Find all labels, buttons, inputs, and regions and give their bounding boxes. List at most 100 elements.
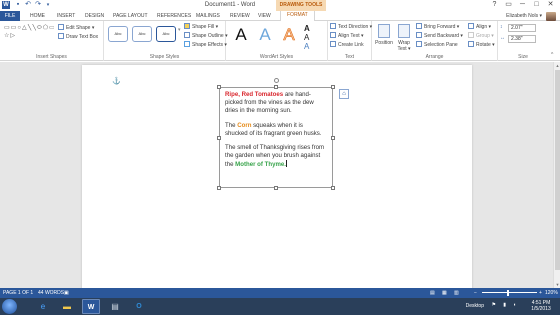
resize-handle-ne[interactable] [331, 85, 335, 89]
group-button[interactable]: Group ▾ [468, 32, 494, 40]
create-link-button[interactable]: Create Link [330, 41, 364, 49]
minimize-button[interactable]: ─ [516, 0, 529, 9]
shape-style-2[interactable]: Abc [132, 26, 152, 42]
volume-icon[interactable]: ◖ [513, 302, 516, 308]
shapes-gallery[interactable]: ▭▭○△╲╲⬭⬠▭╲⬡◯╭╮⌒⊂⊃{}☆▷ [4, 24, 54, 50]
tab-review[interactable]: REVIEW [230, 12, 250, 21]
resize-handle-nw[interactable] [217, 85, 221, 89]
bring-forward-button[interactable]: Bring Forward ▾ [416, 23, 459, 31]
tab-references[interactable]: REFERENCES [157, 12, 191, 21]
close-button[interactable]: ✕ [544, 0, 557, 9]
wordart-style-2[interactable]: A [256, 25, 274, 45]
zoom-slider[interactable] [482, 292, 537, 293]
ie-icon[interactable]: e [34, 299, 52, 314]
text-box[interactable]: Ripe, Red Tomatoes are hand-picked from … [217, 78, 335, 190]
zoom-out-button[interactable]: − [474, 288, 477, 298]
shape-effects-button[interactable]: Shape Effects ▾ [184, 41, 227, 49]
width-input[interactable] [508, 35, 536, 43]
resize-handle-s[interactable] [274, 186, 278, 190]
flag-icon[interactable]: ⚑ [492, 302, 496, 308]
scroll-up-icon[interactable]: ▲ [554, 63, 560, 68]
edit-shape-button[interactable]: Edit Shape ▾ [58, 24, 94, 32]
height-input[interactable] [508, 24, 536, 32]
word-count[interactable]: 44 WORDS [38, 288, 64, 298]
text-effects-icon[interactable]: A [304, 43, 309, 51]
paragraph-2[interactable]: The Corn squeaks when it is shucked of i… [225, 122, 327, 138]
outlook-app-icon[interactable]: O [130, 299, 148, 314]
zoom-slider-thumb[interactable] [507, 290, 509, 296]
web-layout-icon[interactable]: ▥ [454, 288, 459, 298]
tab-home[interactable]: HOME [30, 12, 45, 21]
shape-fill-button[interactable]: Shape Fill ▾ [184, 23, 218, 31]
send-backward-button[interactable]: Send Backward ▾ [416, 32, 463, 40]
save-icon[interactable]: ▪ [14, 1, 22, 9]
print-layout-icon[interactable]: ▦ [442, 288, 447, 298]
shape-style-3[interactable]: Abc [156, 26, 176, 42]
resize-handle-n[interactable] [274, 85, 278, 89]
undo-icon[interactable]: ↶ [24, 1, 32, 9]
resize-handle-se[interactable] [331, 186, 335, 190]
rotate-handle[interactable] [274, 78, 279, 83]
align-button[interactable]: Align ▾ [468, 23, 491, 31]
network-icon[interactable]: ▮ [503, 302, 506, 308]
ribbon-display-button[interactable]: ▭ [502, 0, 515, 9]
resize-handle-w[interactable] [217, 136, 221, 140]
avatar[interactable] [546, 12, 556, 21]
fill-bucket-icon [184, 23, 190, 29]
word-app-icon[interactable]: W [2, 1, 10, 9]
pen-icon [184, 32, 190, 38]
tab-file[interactable]: FILE [0, 11, 20, 21]
redo-icon[interactable]: ↷ [34, 1, 42, 9]
draw-text-box-button[interactable]: Draw Text Box [58, 33, 98, 41]
read-mode-icon[interactable]: ▤ [430, 288, 435, 298]
zoom-level[interactable]: 120% [545, 288, 558, 298]
vertical-scrollbar[interactable]: ▲ ▼ [553, 62, 560, 288]
align-text-button[interactable]: Align Text ▾ [330, 32, 364, 40]
wordart-style-3[interactable]: A [280, 25, 298, 45]
selection-pane-button[interactable]: Selection Pane [416, 41, 458, 49]
layout-options-icon[interactable]: ⌂ [339, 89, 349, 99]
tab-mailings[interactable]: MAILINGS [196, 12, 220, 21]
size-label: Size [518, 54, 528, 60]
page[interactable]: ⚓ Ripe, Red Tomatoes are hand-picked fro… [82, 65, 472, 295]
paragraph-1[interactable]: Ripe, Red Tomatoes are hand-picked from … [225, 91, 327, 116]
wrap-text-button[interactable]: Wrap Text ▾ [394, 24, 414, 52]
word-taskbar-icon[interactable]: W [82, 299, 100, 314]
start-button[interactable] [2, 299, 17, 314]
page-count[interactable]: PAGE 1 OF 1 [3, 288, 33, 298]
proofing-icon[interactable]: ▣ [64, 288, 69, 298]
scroll-thumb[interactable] [555, 70, 560, 270]
shape-style-1[interactable]: Abc [108, 26, 128, 42]
wordart-style-1[interactable]: A [232, 25, 250, 45]
user-name[interactable]: Elizabeth Nols ▾ [506, 12, 542, 21]
tab-design[interactable]: DESIGN [85, 12, 104, 21]
collapse-ribbon-icon[interactable]: ^ [551, 52, 553, 59]
shape-outline-button[interactable]: Shape Outline ▾ [184, 32, 228, 40]
desktop-toolbar[interactable]: Desktop [466, 303, 484, 309]
text-direction-button[interactable]: Text Direction ▾ [330, 23, 372, 31]
resize-handle-sw[interactable] [217, 186, 221, 190]
tab-view[interactable]: VIEW [258, 12, 271, 21]
position-button[interactable]: Position [374, 24, 394, 46]
text-fill-icon[interactable]: A [304, 25, 310, 33]
text-outline-icon[interactable]: A [304, 34, 309, 42]
help-button[interactable]: ? [488, 0, 501, 9]
clock-date: 1/5/2013 [531, 306, 551, 312]
maximize-button[interactable]: □ [530, 0, 543, 9]
outlook-icon[interactable]: ▤ [106, 299, 124, 314]
tab-page-layout[interactable]: PAGE LAYOUT [113, 12, 148, 21]
zoom-in-button[interactable]: + [539, 288, 542, 298]
tab-insert[interactable]: INSERT [57, 12, 75, 21]
align-text-icon [330, 32, 336, 38]
paragraph-3[interactable]: The smell of Thanksgiving rises from the… [225, 144, 327, 170]
clock[interactable]: 4:51 PM 1/5/2013 [526, 300, 556, 312]
explorer-icon[interactable]: ▬ [58, 299, 76, 314]
customize-qat-icon[interactable]: ▾ [44, 1, 52, 9]
shape-styles-more-icon[interactable]: ▾ [178, 27, 181, 34]
anchor-icon: ⚓ [112, 78, 121, 85]
scroll-down-icon[interactable]: ▼ [554, 282, 560, 287]
rotate-button[interactable]: Rotate ▾ [468, 41, 495, 49]
arrange-label: Arrange [425, 54, 444, 60]
edit-shape-icon [58, 24, 64, 30]
resize-handle-e[interactable] [331, 136, 335, 140]
